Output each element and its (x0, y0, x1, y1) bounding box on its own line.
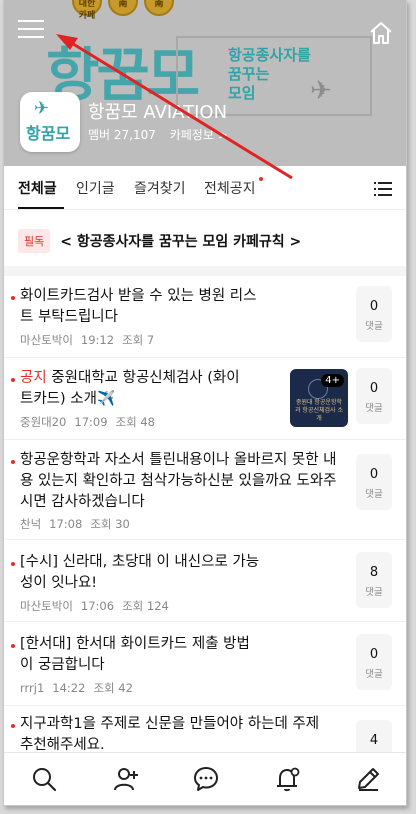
coin-decoration: 南 (108, 0, 138, 16)
coin-decoration: 대한 카페 (72, 0, 102, 21)
cafe-banner: 대한 카페 南 南 항꿈모 항공종사자를 꿈꾸는 모임 ✈ ✈ 항꿈모 항꿈모 … (4, 0, 406, 166)
new-dot (11, 724, 15, 728)
new-dot (11, 460, 15, 464)
comment-count-box[interactable]: 0 댓글 (356, 634, 392, 690)
post-meta: 마산토박이 17:06 조회 124 (20, 599, 169, 613)
bell-settings-icon[interactable] (274, 765, 302, 793)
airplane-icon: ✈ (34, 98, 50, 119)
must-read-badge: 필독 (18, 229, 51, 253)
hamburger-icon[interactable] (18, 20, 44, 42)
thumbnail-caption: 중원대 항공운항학과 항공신체검사 소개 (295, 399, 343, 422)
active-tab-indicator (18, 207, 64, 209)
post-item[interactable]: 공지 중원대학교 항공신체검사 (화이트카드) 소개✈️ 중원대20 17:09 조… (4, 358, 406, 440)
post-item[interactable]: 항공운항학과 자소서 틀린내용이나 올바르지 못한 내용 있는지 확인하고 첨삭… (4, 440, 406, 540)
post-meta: rrrj1 14:22 조회 42 (20, 681, 133, 695)
new-dot (259, 177, 263, 181)
pencil-icon[interactable] (354, 765, 382, 793)
post-item[interactable]: 화이트카드검사 받을 수 있는 병원 리스트 부탁드립니다 마산토박이 19:12… (4, 276, 406, 358)
image-count-badge: 4+ (321, 374, 344, 387)
tab-favorites[interactable]: 즐겨찾기 (134, 178, 186, 198)
comment-count-box[interactable]: 0 댓글 (356, 286, 392, 342)
post-meta: 중원대20 17:09 조회 48 (20, 415, 155, 429)
post-item[interactable]: 지구과학1을 주제로 신문을 만들어야 하는데 주제 추천해주세요. 4 (4, 706, 406, 752)
cafe-meta: 멤버 27,107 카페정보 > (88, 126, 238, 143)
notice-title: < 항공종사자를 꿈꾸는 모임 카페규칙 > (60, 234, 302, 250)
new-dot (11, 562, 15, 566)
notice-tag: 공지 (20, 370, 47, 386)
post-title: [한서대] 한서대 화이트카드 제출 방법이 궁금합니다 (20, 636, 250, 673)
post-item[interactable]: [한서대] 한서대 화이트카드 제출 방법이 궁금합니다 rrrj1 14:22 조… (4, 622, 406, 706)
post-item[interactable]: [수시] 신라대, 초당대 이 내신으로 가능성이 잇나요! 마산토박이 17:0… (4, 540, 406, 622)
comment-count-box[interactable]: 4 (356, 720, 392, 752)
pinned-notice[interactable]: 필독 < 항공종사자를 꿈꾸는 모임 카페규칙 > (18, 228, 301, 254)
section-divider (4, 266, 406, 276)
cafe-logo[interactable]: ✈ 항꿈모 (20, 92, 80, 152)
post-title: [수시] 신라대, 초당대 이 내신으로 가능성이 잇나요! (20, 554, 260, 591)
comment-count-box[interactable]: 8 댓글 (356, 552, 392, 608)
cafe-name: 항꿈모 AVIATION (88, 102, 228, 123)
tab-all-posts[interactable]: 전체글 (18, 178, 57, 198)
home-icon[interactable] (368, 20, 394, 46)
app-screen: 대한 카페 南 南 항꿈모 항공종사자를 꿈꾸는 모임 ✈ ✈ 항꿈모 항꿈모 … (3, 0, 407, 806)
post-meta: 마산토박이 19:12 조회 7 (20, 333, 155, 347)
post-title: 항공운항학과 자소서 틀린내용이나 올바르지 못한 내용 있는지 확인하고 첨삭… (20, 452, 337, 510)
post-title: 화이트카드검사 받을 수 있는 병원 리스트 부탁드립니다 (20, 288, 257, 325)
post-title: 공지 중원대학교 항공신체검사 (화이트카드) 소개✈️ (20, 370, 240, 407)
new-dot (11, 378, 15, 382)
comment-count-box[interactable]: 0 댓글 (356, 454, 392, 510)
tab-all-notices[interactable]: 전체공지 (204, 178, 256, 198)
new-dot (11, 644, 15, 648)
post-thumbnail[interactable]: 4+ 중원대 항공운항학과 항공신체검사 소개 (290, 369, 348, 427)
banner-slogan: 항공종사자를 꿈꾸는 모임 (228, 46, 311, 102)
add-user-icon[interactable] (112, 765, 140, 793)
airplane-icon: ✈ (310, 76, 332, 106)
tab-popular[interactable]: 인기글 (76, 178, 115, 198)
comment-count-box[interactable]: 0 댓글 (356, 368, 392, 424)
coin-decoration: 南 (144, 0, 174, 16)
new-dot (11, 296, 15, 300)
post-title: 지구과학1을 주제로 신문을 만들어야 하는데 주제 추천해주세요. (20, 716, 320, 752)
bottom-navigation (4, 752, 406, 805)
cafe-info-link[interactable]: 카페정보 > (170, 128, 228, 142)
member-count: 멤버 27,107 (88, 128, 156, 142)
post-meta: 찬넉 17:08 조회 30 (20, 517, 130, 531)
search-icon[interactable] (30, 765, 58, 793)
list-menu-icon[interactable] (374, 182, 392, 196)
chat-icon[interactable] (192, 765, 220, 793)
board-tabs: 전체글 인기글 즐겨찾기 전체공지 (4, 166, 406, 210)
